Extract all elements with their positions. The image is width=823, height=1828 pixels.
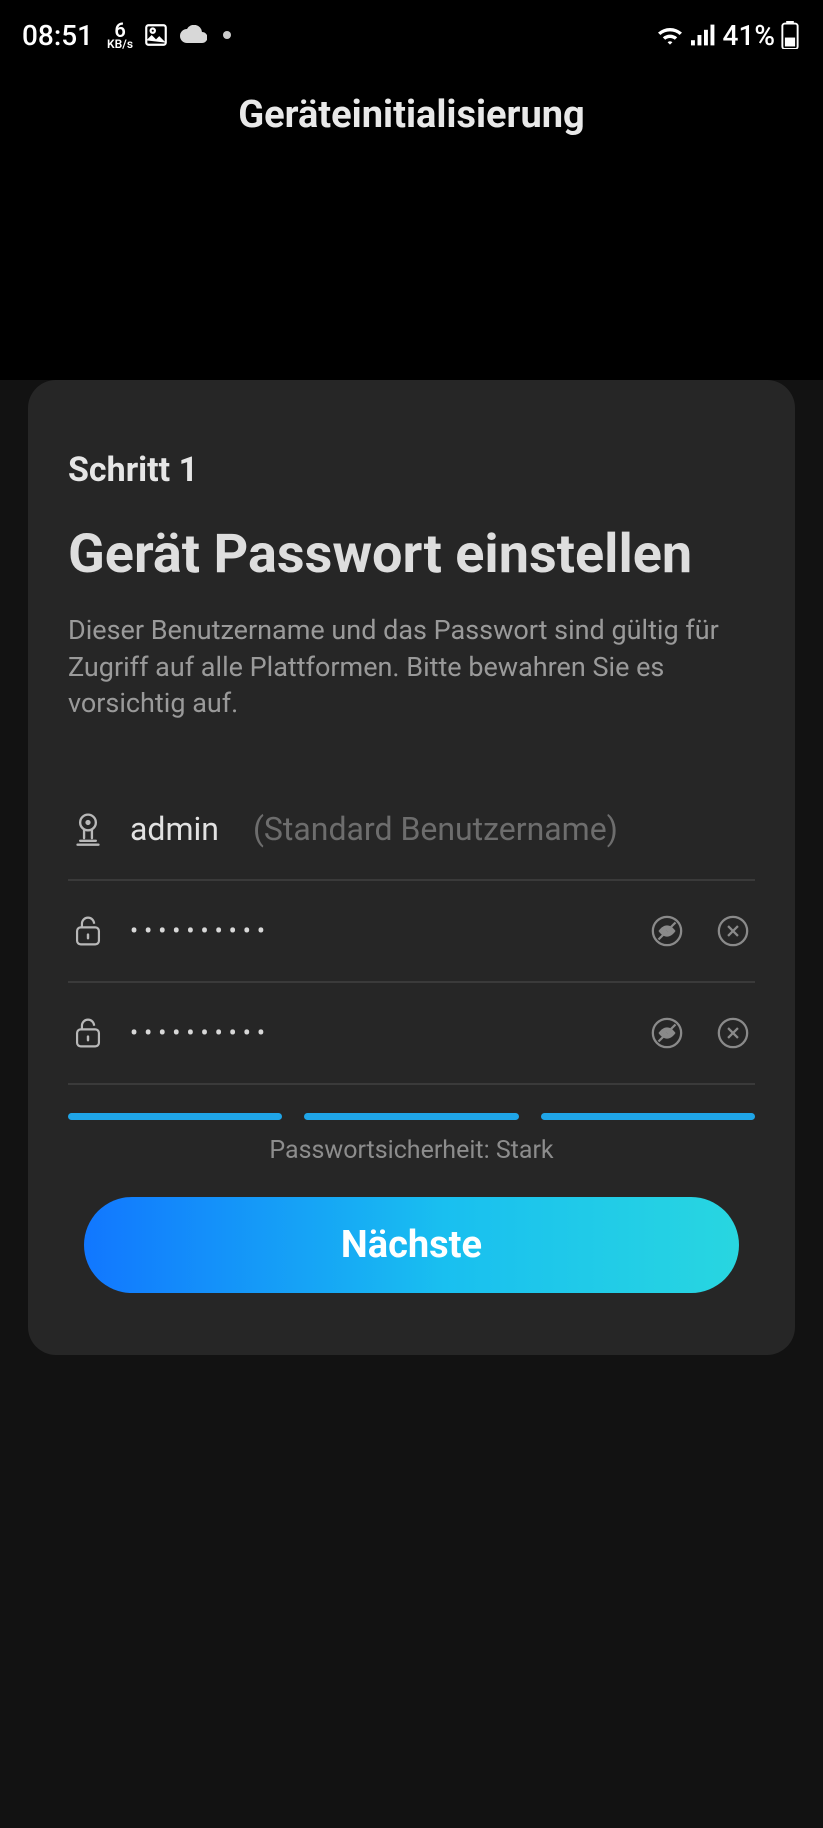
username-hint: (Standard Benutzername) <box>253 810 618 848</box>
status-bar: 08:51 6 KB/s 41% <box>0 0 823 70</box>
clear-button[interactable] <box>711 909 755 953</box>
status-time: 08:51 <box>22 19 93 52</box>
image-icon <box>143 22 169 48</box>
setup-card: Schritt 1 Gerät Passwort einstellen Dies… <box>28 380 795 1355</box>
status-bar-right: 41% <box>655 19 799 52</box>
battery-icon <box>781 21 799 49</box>
user-icon <box>68 812 108 846</box>
status-battery-text: 41% <box>723 19 775 52</box>
lock-icon <box>68 914 108 948</box>
password-masked: •••••••••• <box>130 917 271 945</box>
toggle-visibility-button[interactable] <box>645 1011 689 1055</box>
step-label: Schritt 1 <box>68 450 755 490</box>
clear-button[interactable] <box>711 1011 755 1055</box>
strength-segment <box>68 1113 282 1120</box>
next-button[interactable]: Nächste <box>84 1197 739 1293</box>
lock-icon <box>68 1016 108 1050</box>
cloud-icon <box>179 25 207 45</box>
screen-body: Schritt 1 Gerät Passwort einstellen Dies… <box>0 380 823 1828</box>
card-description: Dieser Benutzername und das Passwort sin… <box>68 612 755 721</box>
wifi-icon <box>655 23 685 47</box>
status-bar-left: 08:51 6 KB/s <box>22 19 231 52</box>
username-field: admin (Standard Benutzername) <box>68 779 755 881</box>
card-title: Gerät Passwort einstellen <box>68 524 755 586</box>
password-field[interactable]: •••••••••• <box>68 881 755 983</box>
cell-signal-icon <box>691 24 717 46</box>
status-net-speed: 6 KB/s <box>107 21 133 50</box>
status-net-speed-value: 6 <box>114 21 125 39</box>
password-strength-label: Passwortsicherheit: Stark <box>68 1136 755 1165</box>
confirm-password-field[interactable]: •••••••••• <box>68 983 755 1085</box>
strength-segment <box>304 1113 518 1120</box>
status-dot-icon <box>223 31 231 39</box>
toggle-visibility-button[interactable] <box>645 909 689 953</box>
confirm-password-masked: •••••••••• <box>130 1019 271 1047</box>
page-title: Geräteinitialisierung <box>0 70 823 160</box>
status-net-speed-unit: KB/s <box>107 39 133 50</box>
password-strength-meter <box>68 1113 755 1120</box>
strength-segment <box>541 1113 755 1120</box>
username-value: admin <box>130 810 219 848</box>
